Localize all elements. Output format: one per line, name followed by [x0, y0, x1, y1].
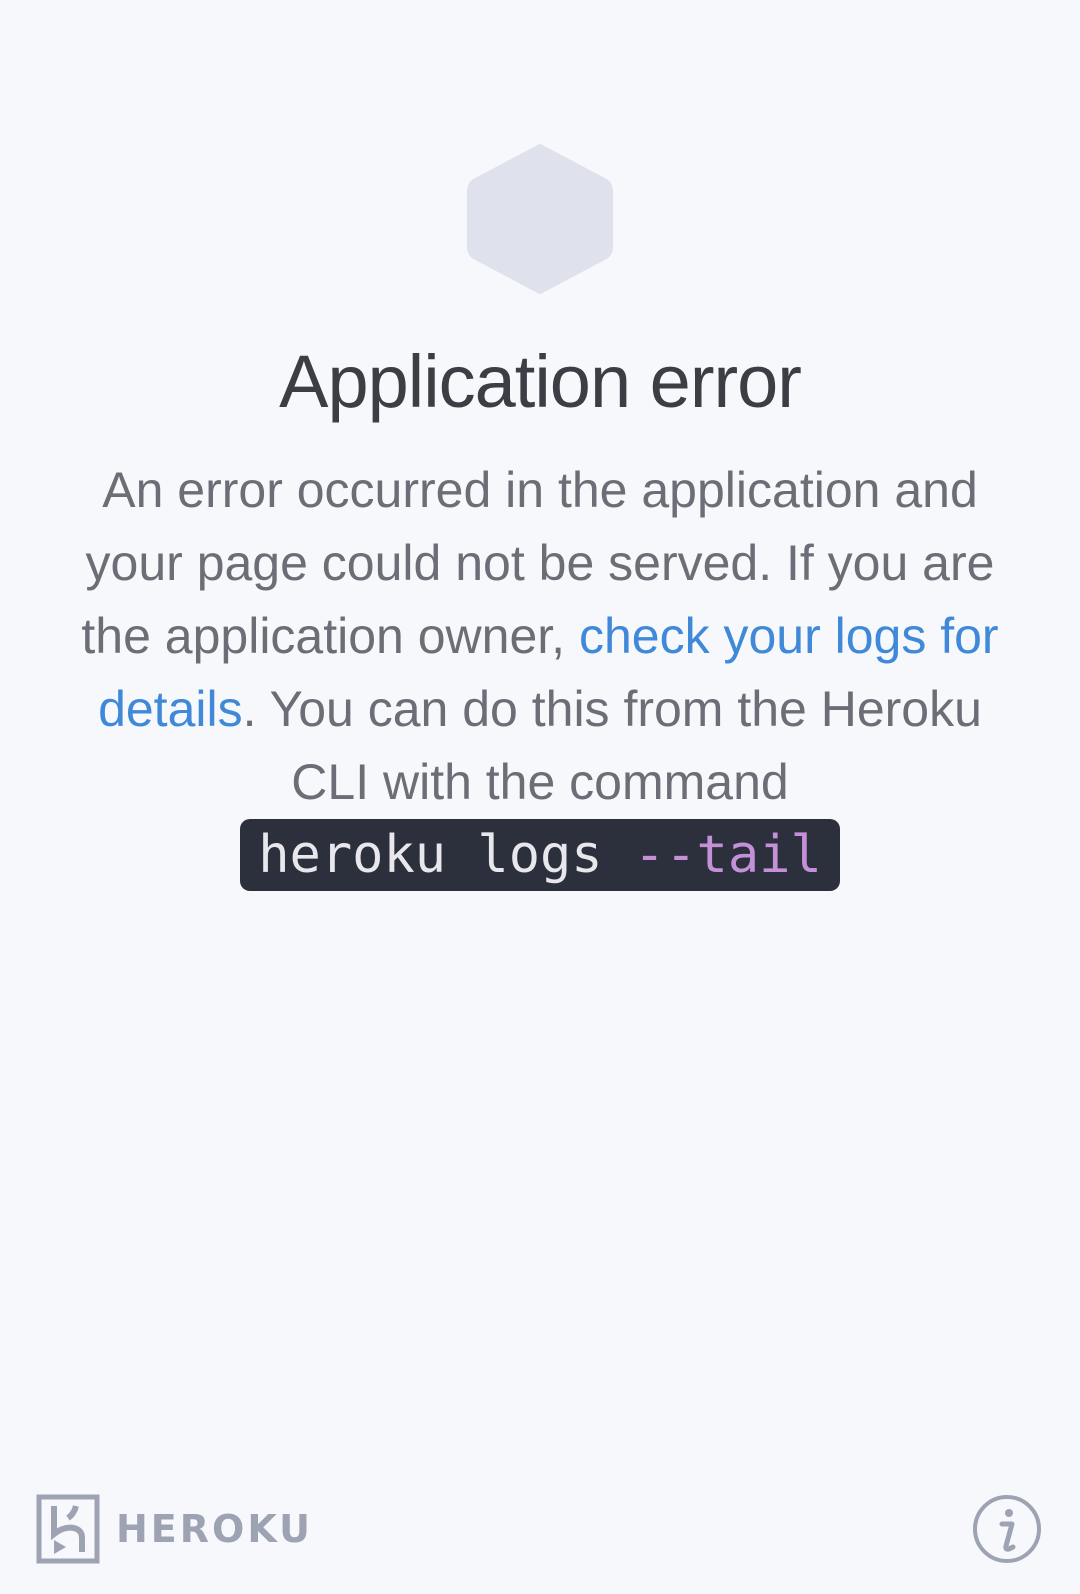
command-block: heroku logs --tail — [60, 819, 1020, 892]
error-message-text-2: . You can do this from the Heroku CLI wi… — [242, 681, 982, 810]
info-icon[interactable] — [972, 1494, 1042, 1564]
heroku-logo[interactable]: HEROKU — [36, 1494, 313, 1564]
heroku-logo-text: HEROKU — [116, 1507, 313, 1551]
cli-command-flag: --tail — [633, 825, 822, 885]
page-title: Application error — [279, 340, 802, 423]
cli-command-text: heroku logs — [258, 825, 603, 885]
cli-command: heroku logs --tail — [240, 819, 840, 891]
heroku-logo-icon — [36, 1494, 100, 1564]
error-message: An error occurred in the application and… — [60, 454, 1020, 892]
hexagon-icon — [467, 144, 613, 294]
